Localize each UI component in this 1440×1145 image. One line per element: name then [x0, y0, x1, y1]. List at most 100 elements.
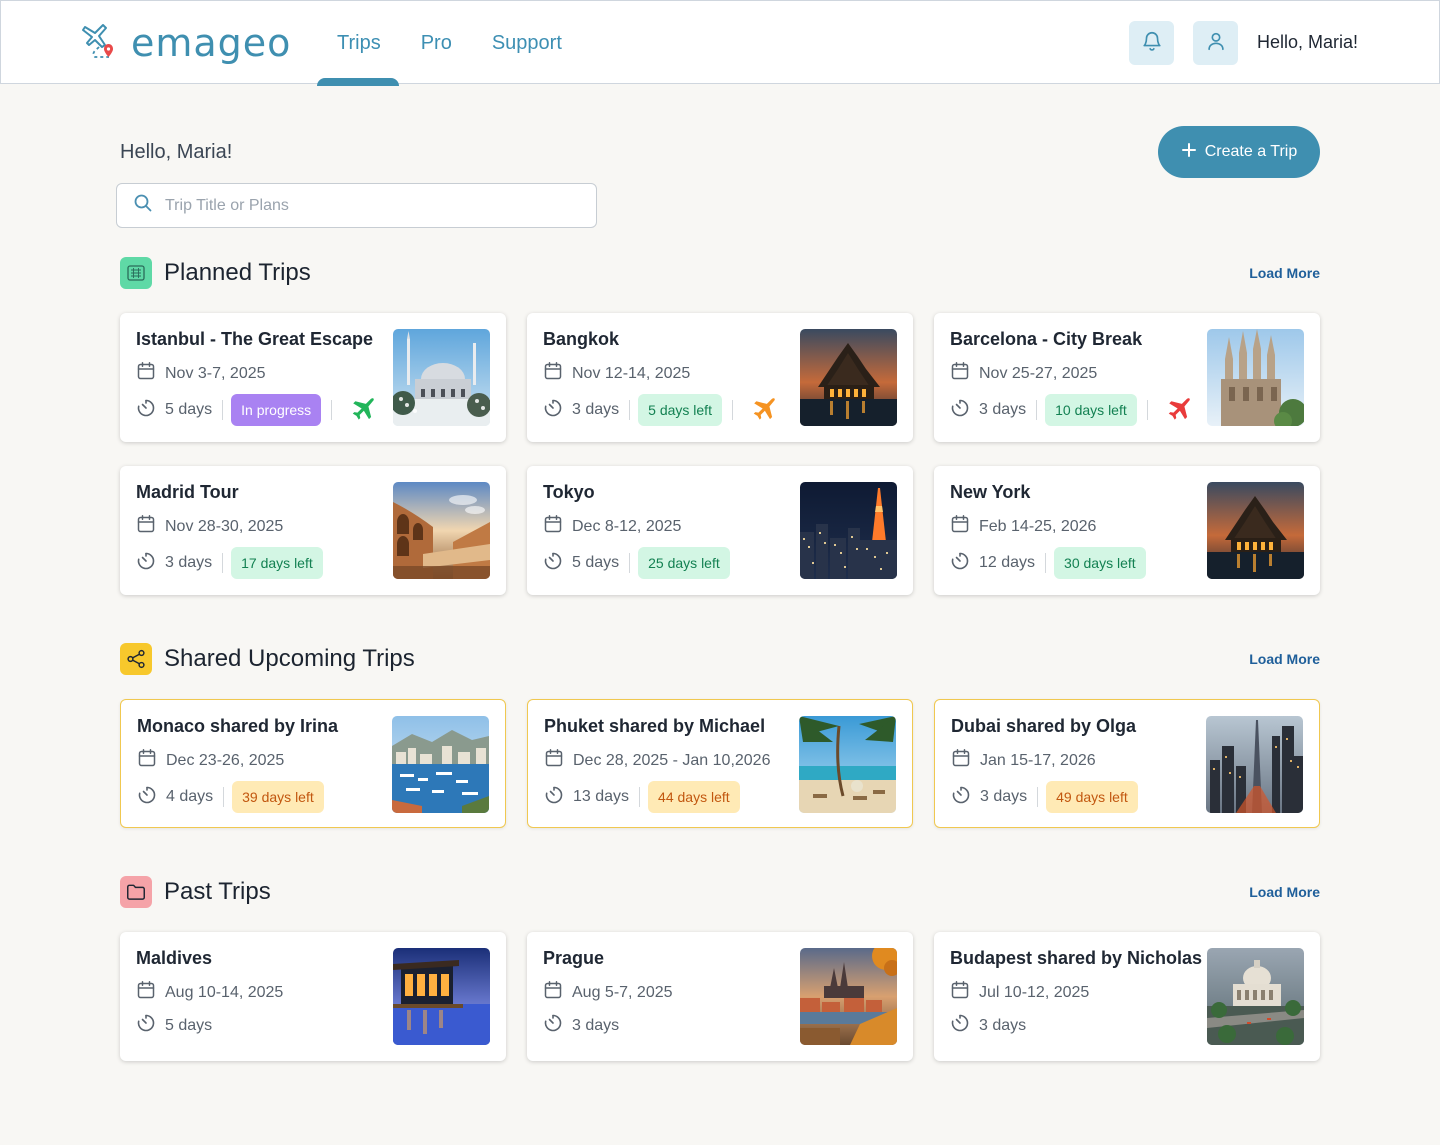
trip-photo [799, 716, 896, 813]
shared-load-more-link[interactable]: Load More [1249, 651, 1320, 667]
trip-date-text: Feb 14-25, 2026 [979, 517, 1097, 535]
timer-icon [951, 785, 971, 810]
airplane-icon [1164, 396, 1192, 424]
calendar-icon [544, 748, 564, 773]
trip-duration: 3 days [950, 398, 1026, 423]
trip-photo [1207, 482, 1304, 579]
trip-meta-row: 3 days 5 days left [543, 394, 777, 426]
trip-title: Budapest shared by Nicholas [950, 948, 1203, 968]
divider [629, 400, 631, 420]
calendar-icon [137, 748, 157, 773]
past-trips-header: Past Trips Load More [120, 875, 1320, 909]
create-trip-button[interactable]: Create a Trip [1158, 126, 1320, 178]
status-badge: 17 days left [231, 547, 323, 579]
trip-dates: Dec 28, 2025 - Jan 10,2026 [544, 748, 770, 773]
trip-dates: Aug 10-14, 2025 [136, 980, 283, 1005]
divider [1037, 787, 1039, 807]
nav-support[interactable]: Support [492, 1, 562, 85]
trip-card[interactable]: Phuket shared by Michael Dec 28, 2025 - J… [527, 699, 913, 828]
trip-duration: 3 days [543, 1013, 619, 1038]
trip-duration-text: 3 days [979, 401, 1027, 418]
trip-duration-text: 3 days [165, 554, 213, 571]
trip-duration: 3 days [951, 785, 1027, 810]
divider [223, 787, 225, 807]
status-badge: 25 days left [638, 547, 730, 579]
trip-card[interactable]: Istanbul - The Great Escape Nov 3-7, 2025… [120, 313, 506, 442]
trip-date-text: Dec 8-12, 2025 [572, 517, 682, 535]
planned-load-more-link[interactable]: Load More [1249, 265, 1320, 281]
status-badge: 5 days left [638, 394, 722, 426]
trip-card[interactable]: Bangkok Nov 12-14, 2025 3 days 5 days left [527, 313, 913, 442]
trip-dates: Jul 10-12, 2025 [950, 980, 1089, 1005]
divider [731, 400, 733, 420]
timer-icon [136, 551, 156, 576]
trip-date-text: Aug 10-14, 2025 [165, 983, 284, 1001]
timer-icon [136, 398, 156, 423]
notifications-button[interactable] [1129, 21, 1174, 65]
trip-dates: Feb 14-25, 2026 [950, 514, 1096, 539]
trip-card[interactable]: Dubai shared by Olga Jan 15-17, 2026 3 day… [934, 699, 1320, 828]
trip-date-text: Aug 5-7, 2025 [572, 983, 673, 1001]
trip-title: Tokyo [543, 482, 595, 502]
trip-card[interactable]: Prague Aug 5-7, 2025 3 days [527, 932, 913, 1061]
trip-title: Barcelona - City Break [950, 329, 1143, 349]
trip-card[interactable]: New York Feb 14-25, 2026 12 days 30 days le… [934, 466, 1320, 595]
trip-photo [800, 329, 897, 426]
search-box [116, 183, 597, 228]
trip-meta-row: 13 days 44 days left [544, 781, 740, 813]
trip-duration: 4 days [137, 785, 213, 810]
trip-photo [392, 716, 489, 813]
trip-photo [393, 482, 490, 579]
nav-trips[interactable]: Trips [317, 1, 399, 86]
trip-dates: Nov 12-14, 2025 [543, 361, 690, 386]
timer-icon [543, 398, 563, 423]
trip-card[interactable]: Madrid Tour Nov 28-30, 2025 3 days 17 days … [120, 466, 506, 595]
past-load-more-link[interactable]: Load More [1249, 884, 1320, 900]
trip-dates: Nov 25-27, 2025 [950, 361, 1097, 386]
trip-duration: 5 days [136, 1013, 212, 1038]
nav-pro[interactable]: Pro [421, 1, 452, 85]
trip-title: New York [950, 482, 1031, 502]
timer-icon [543, 551, 563, 576]
logo[interactable]: emageo [81, 19, 291, 66]
status-badge: 10 days left [1045, 394, 1137, 426]
divider [1045, 553, 1047, 573]
trip-title: Dubai shared by Olga [951, 716, 1137, 736]
divider [1036, 400, 1038, 420]
trip-card[interactable]: Monaco shared by Irina Dec 23-26, 2025 4 d… [120, 699, 506, 828]
trip-meta-row: 3 days 10 days left [950, 394, 1192, 426]
trip-title: Monaco shared by Irina [137, 716, 339, 736]
trip-title: Phuket shared by Michael [544, 716, 766, 736]
trip-card[interactable]: Barcelona - City Break Nov 25-27, 2025 3 d… [934, 313, 1320, 442]
trip-meta-row: 5 days [136, 1013, 212, 1038]
profile-button[interactable] [1193, 21, 1238, 65]
search-input[interactable] [165, 196, 565, 215]
trip-card[interactable]: Tokyo Dec 8-12, 2025 5 days 25 days left [527, 466, 913, 595]
trip-duration-text: 12 days [979, 554, 1036, 571]
timer-icon [950, 551, 970, 576]
trip-duration: 3 days [950, 1013, 1026, 1038]
calendar-icon [950, 361, 970, 386]
folder-icon [120, 876, 152, 908]
trip-photo [393, 329, 490, 426]
trip-meta-row: 5 days 25 days left [543, 547, 730, 579]
trip-date-text: Nov 12-14, 2025 [572, 364, 691, 382]
calendar-icon [136, 980, 156, 1005]
calendar-icon [543, 514, 563, 539]
timer-icon [137, 785, 157, 810]
calendar-icon [951, 748, 971, 773]
trip-card[interactable]: Maldives Aug 10-14, 2025 5 days [120, 932, 506, 1061]
logo-text: emageo [131, 20, 292, 65]
divider [331, 400, 333, 420]
trip-duration-text: 5 days [572, 554, 620, 571]
bell-icon [1141, 30, 1163, 57]
trip-date-text: Nov 25-27, 2025 [979, 364, 1098, 382]
calendar-icon [136, 514, 156, 539]
trip-meta-row: 3 days 49 days left [951, 781, 1138, 813]
trip-meta-row: 4 days 39 days left [137, 781, 324, 813]
trip-dates: Nov 3-7, 2025 [136, 361, 266, 386]
trip-card[interactable]: Budapest shared by Nicholas Jul 10-12, 20… [934, 932, 1320, 1061]
shared-trips-header: Shared Upcoming Trips Load More [120, 642, 1320, 676]
plus-icon [1181, 142, 1197, 163]
trip-meta-row: 12 days 30 days left [950, 547, 1146, 579]
